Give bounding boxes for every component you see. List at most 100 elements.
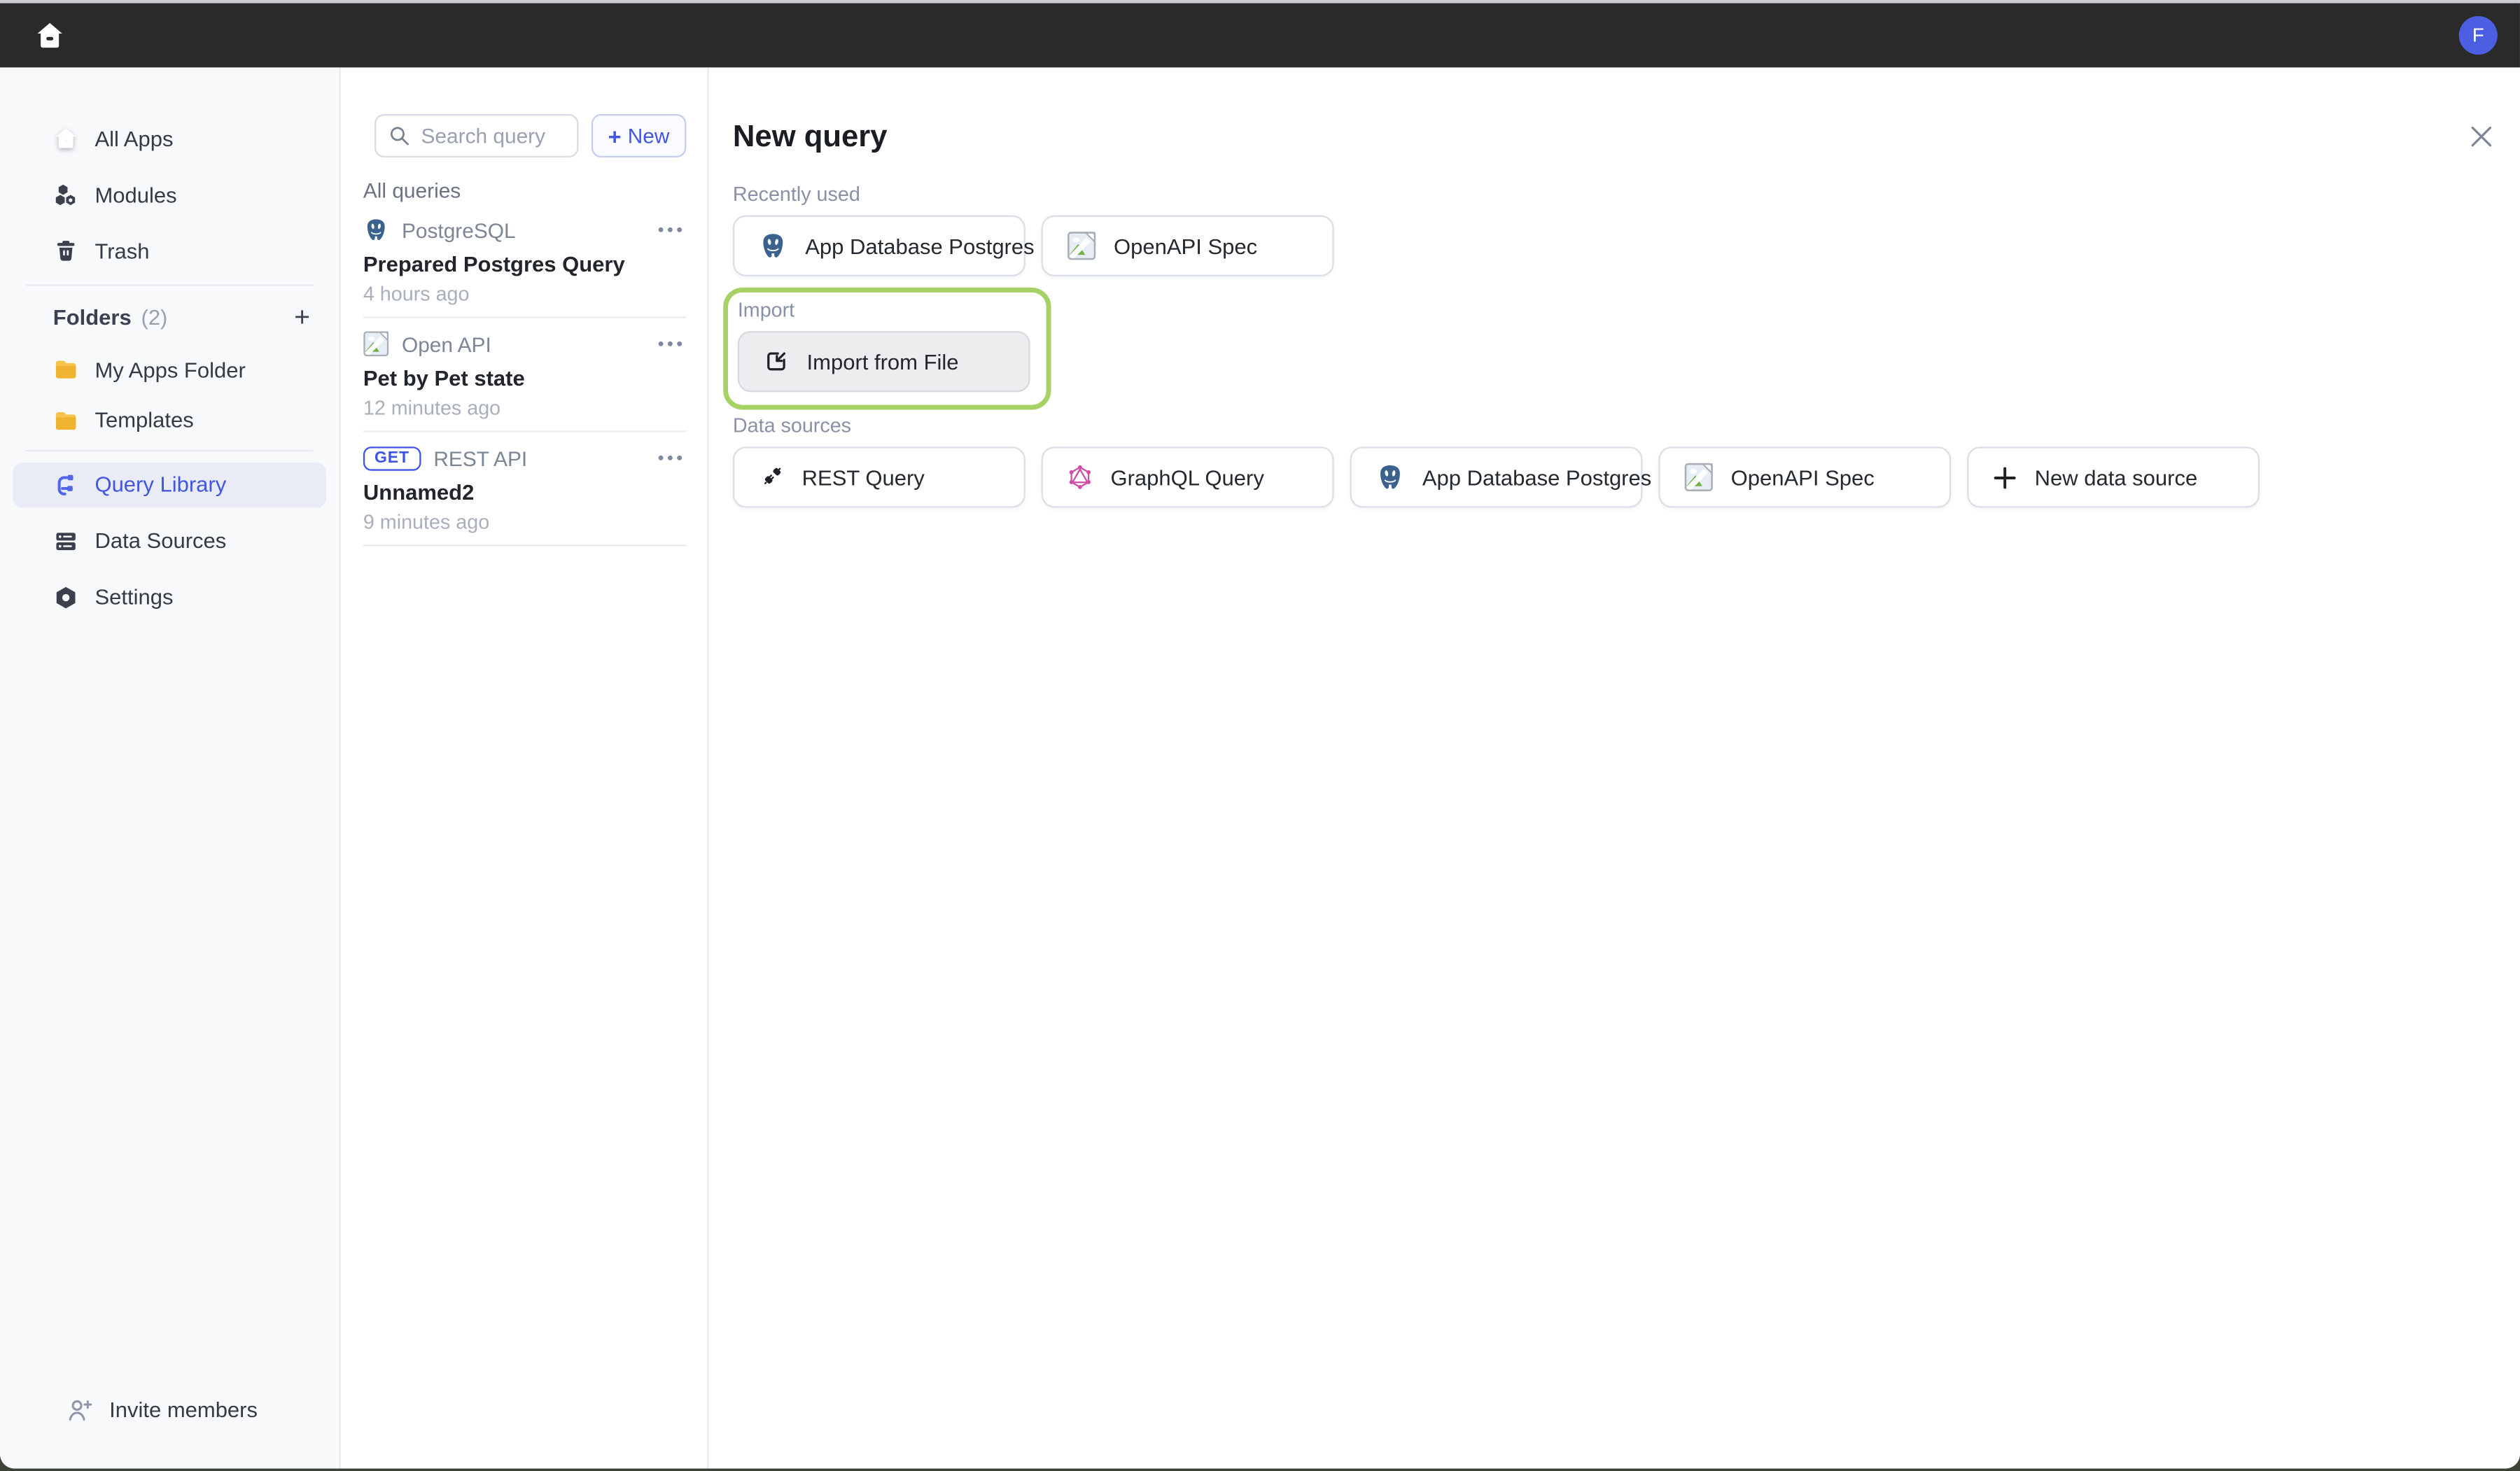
card-label: Import from File bbox=[807, 349, 959, 373]
sidebar-item-label: Templates bbox=[94, 408, 193, 432]
import-from-file-button[interactable]: Import from File bbox=[738, 331, 1030, 392]
query-timestamp: 9 minutes ago bbox=[363, 509, 686, 535]
image-placeholder-icon bbox=[1067, 232, 1096, 260]
trash-icon bbox=[53, 238, 79, 264]
sidebar-item-label: All Apps bbox=[94, 126, 173, 150]
graphql-icon bbox=[1067, 465, 1093, 491]
search-box[interactable] bbox=[374, 114, 579, 157]
query-type-label: REST API bbox=[433, 446, 527, 470]
recently-used-row: App Database Postgres OpenAPI Spec bbox=[733, 216, 2520, 276]
add-user-icon bbox=[66, 1395, 93, 1423]
image-placeholder-icon bbox=[363, 331, 389, 357]
sidebar: All Apps Modules Trash Folders bbox=[0, 67, 341, 1468]
new-query-button[interactable]: + New bbox=[592, 114, 686, 157]
plug-connector-icon bbox=[759, 465, 785, 491]
stage: F All Apps Modules bbox=[0, 0, 2520, 1471]
invite-members-button[interactable]: Invite members bbox=[26, 1386, 314, 1431]
avatar[interactable]: F bbox=[2459, 16, 2498, 55]
sidebar-item-all-apps[interactable]: All Apps bbox=[13, 115, 326, 160]
postgresql-icon bbox=[759, 232, 788, 260]
query-library-icon bbox=[53, 472, 79, 498]
search-icon bbox=[387, 124, 411, 148]
sidebar-item-label: Settings bbox=[94, 585, 173, 609]
sidebar-item-label: Trash bbox=[94, 239, 149, 262]
sidebar-divider bbox=[26, 284, 314, 286]
card-label: OpenAPI Spec bbox=[1731, 465, 1875, 489]
import-section-highlight: Import Import from File bbox=[723, 288, 1051, 409]
gear-icon bbox=[53, 584, 79, 610]
more-options-icon[interactable] bbox=[654, 223, 686, 236]
search-input[interactable] bbox=[421, 124, 566, 148]
app-database-postgres-card[interactable]: App Database Postgres bbox=[1350, 446, 1643, 507]
main-row: All Apps Modules Trash Folders bbox=[0, 67, 2520, 1468]
recent-app-database-postgres-card[interactable]: App Database Postgres bbox=[733, 216, 1026, 276]
folders-header: Folders (2) + bbox=[13, 297, 326, 336]
image-placeholder-icon bbox=[1684, 463, 1713, 491]
query-type-label: Open API bbox=[402, 332, 491, 356]
query-title: Pet by Pet state bbox=[363, 365, 686, 392]
card-label: New data source bbox=[2035, 465, 2198, 489]
folders-count: (2) bbox=[141, 304, 168, 328]
query-list-item[interactable]: Open API Pet by Pet state 12 minutes ago bbox=[363, 318, 686, 432]
sidebar-item-modules[interactable]: Modules bbox=[13, 172, 326, 217]
sidebar-item-label: My Apps Folder bbox=[94, 358, 245, 381]
query-list-item[interactable]: GET REST API Unnamed2 9 minutes ago bbox=[363, 432, 686, 547]
query-list-panel: + New All queries PostgreSQL bbox=[341, 67, 709, 1468]
query-list-item[interactable]: PostgreSQL Prepared Postgres Query 4 hou… bbox=[363, 204, 686, 318]
sidebar-divider bbox=[26, 449, 314, 451]
app-window: F All Apps Modules bbox=[0, 0, 2520, 1468]
home-icon[interactable] bbox=[34, 20, 66, 52]
invite-members-label: Invite members bbox=[109, 1397, 258, 1421]
search-row: + New bbox=[374, 114, 686, 157]
card-label: App Database Postgres bbox=[805, 234, 1034, 258]
topbar: F bbox=[0, 3, 2520, 68]
postgresql-icon bbox=[363, 217, 389, 243]
query-title: Unnamed2 bbox=[363, 479, 686, 506]
query-item-meta: GET REST API bbox=[363, 444, 686, 472]
query-type-label: PostgreSQL bbox=[402, 218, 516, 241]
sidebar-item-templates[interactable]: Templates bbox=[13, 397, 326, 442]
query-list-header: All queries bbox=[363, 178, 686, 204]
data-sources-row: REST Query GraphQL Query App Database Po… bbox=[733, 446, 2520, 507]
sidebar-item-query-library[interactable]: Query Library bbox=[13, 462, 326, 507]
card-label: App Database Postgres bbox=[1422, 465, 1651, 489]
query-timestamp: 4 hours ago bbox=[363, 281, 686, 307]
rest-query-card[interactable]: REST Query bbox=[733, 446, 1026, 507]
add-folder-icon[interactable]: + bbox=[294, 303, 310, 330]
postgresql-icon bbox=[1376, 463, 1404, 491]
folder-icon bbox=[53, 407, 79, 433]
graphql-query-card[interactable]: GraphQL Query bbox=[1042, 446, 1334, 507]
new-query-panel: New query Recently used App Database Pos… bbox=[708, 67, 2519, 1468]
get-method-badge: GET bbox=[363, 446, 421, 470]
plus-icon: + bbox=[608, 123, 622, 149]
data-sources-label: Data sources bbox=[733, 414, 2520, 438]
close-icon[interactable] bbox=[2465, 120, 2498, 153]
query-timestamp: 12 minutes ago bbox=[363, 395, 686, 421]
sidebar-item-trash[interactable]: Trash bbox=[13, 228, 326, 273]
sidebar-item-label: Query Library bbox=[94, 472, 226, 496]
sidebar-item-settings[interactable]: Settings bbox=[13, 575, 326, 619]
card-label: GraphQL Query bbox=[1110, 465, 1264, 489]
recent-openapi-spec-card[interactable]: OpenAPI Spec bbox=[1042, 216, 1334, 276]
new-data-source-card[interactable]: New data source bbox=[1967, 446, 2260, 507]
plus-icon bbox=[1993, 465, 2017, 489]
more-options-icon[interactable] bbox=[654, 337, 686, 350]
sidebar-item-label: Data Sources bbox=[94, 528, 226, 552]
folder-icon bbox=[53, 357, 79, 383]
new-query-button-label: New bbox=[628, 124, 670, 148]
more-options-icon[interactable] bbox=[654, 451, 686, 464]
import-label: Import bbox=[738, 299, 1030, 323]
sidebar-item-data-sources[interactable]: Data Sources bbox=[13, 518, 326, 563]
openapi-spec-card[interactable]: OpenAPI Spec bbox=[1658, 446, 1951, 507]
modules-icon bbox=[53, 181, 79, 207]
page-title: New query bbox=[733, 120, 2520, 156]
recently-used-label: Recently used bbox=[733, 183, 2520, 207]
database-icon bbox=[53, 528, 79, 554]
query-item-meta: PostgreSQL bbox=[363, 216, 686, 244]
sidebar-item-label: Modules bbox=[94, 183, 176, 206]
sidebar-item-my-apps-folder[interactable]: My Apps Folder bbox=[13, 347, 326, 392]
card-label: REST Query bbox=[802, 465, 925, 489]
query-item-meta: Open API bbox=[363, 330, 686, 358]
import-icon bbox=[764, 349, 790, 374]
query-title: Prepared Postgres Query bbox=[363, 251, 686, 278]
